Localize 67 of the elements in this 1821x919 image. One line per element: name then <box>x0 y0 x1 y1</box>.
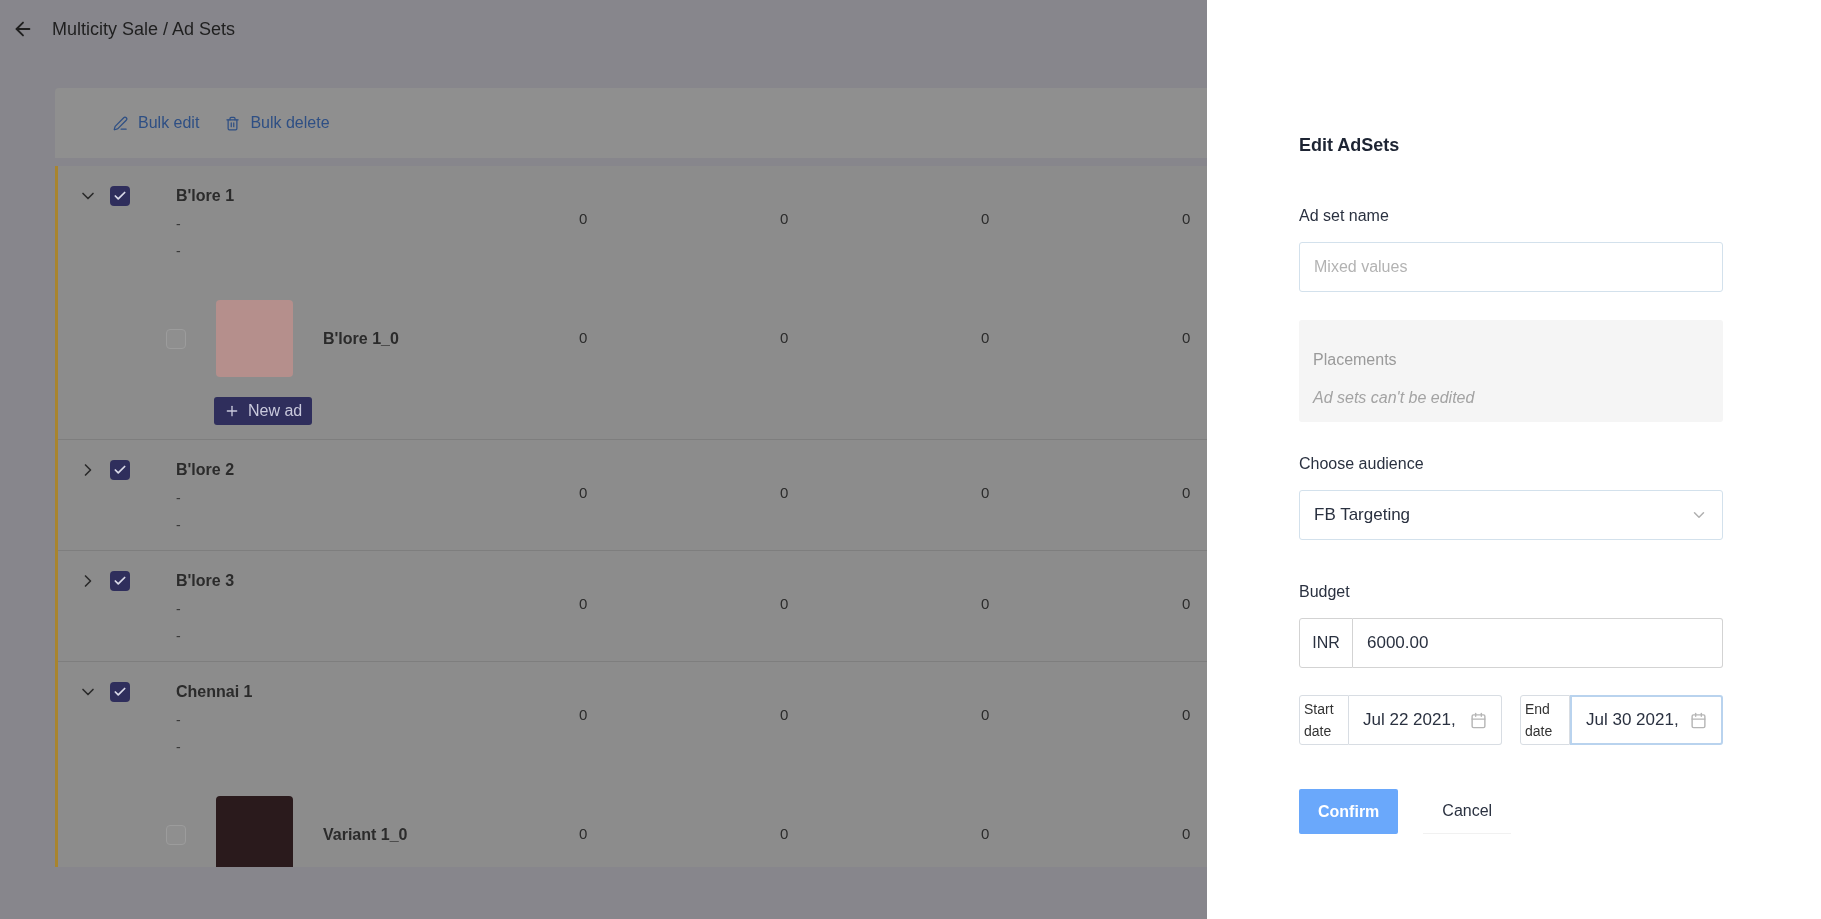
currency-label: INR <box>1299 618 1353 668</box>
audience-select[interactable]: FB Targeting <box>1299 490 1723 540</box>
placements-label: Placements <box>1313 350 1398 370</box>
budget-input[interactable]: 6000.00 <box>1353 618 1723 668</box>
adset-detail: - <box>176 738 182 757</box>
metric-value: 0 <box>981 595 990 612</box>
metric-value: 0 <box>579 706 588 723</box>
metric-value: 0 <box>579 329 588 347</box>
checkmark-icon <box>113 463 127 477</box>
metric-value: 0 <box>981 210 990 227</box>
field-label: Ad set name <box>1299 206 1390 226</box>
checkbox[interactable] <box>110 186 130 206</box>
metric-value: 0 <box>780 484 789 501</box>
adset-name: B'lore 2 <box>176 460 236 480</box>
adset-detail: - <box>176 711 182 730</box>
metric-value: 0 <box>780 825 789 843</box>
breadcrumb: Multicity Sale / Ad Sets <box>52 17 236 41</box>
placements-note: Ad sets can't be edited <box>1313 388 1476 408</box>
field-label: Choose audience <box>1299 454 1425 474</box>
adset-detail: - <box>176 627 182 646</box>
pencil-icon <box>113 115 128 131</box>
metric-value: 0 <box>579 484 588 501</box>
ad-name: Variant 1_0 <box>323 824 408 845</box>
metric-value: 0 <box>1182 706 1191 723</box>
metric-value: 0 <box>780 595 789 612</box>
date-label: End date <box>1520 695 1570 745</box>
metric-value: 0 <box>780 329 789 347</box>
metric-value: 0 <box>780 210 789 227</box>
adset-detail: - <box>176 489 182 508</box>
ad-name: B'lore 1_0 <box>323 328 399 349</box>
adset-name: B'lore 1 <box>176 186 236 206</box>
trash-icon <box>225 115 241 131</box>
checkmark-icon <box>113 189 127 203</box>
adset-detail: - <box>176 600 182 619</box>
metric-value: 0 <box>1182 484 1191 501</box>
checkmark-icon <box>113 574 127 588</box>
checkbox[interactable] <box>110 571 130 591</box>
metric-value: 0 <box>981 484 990 501</box>
metric-value: 0 <box>780 706 789 723</box>
adset-name: B'lore 3 <box>176 571 236 591</box>
adset-detail: - <box>176 516 182 535</box>
date-label: Start date <box>1299 695 1349 745</box>
checkbox[interactable] <box>110 682 130 702</box>
metric-value: 0 <box>1182 210 1191 227</box>
metric-value: 0 <box>981 825 990 843</box>
metric-value: 0 <box>1182 825 1191 843</box>
metric-value: 0 <box>981 329 990 347</box>
ad-set-name-input[interactable]: Mixed values <box>1299 242 1723 292</box>
field-label: Budget <box>1299 582 1351 602</box>
adset-detail: - <box>176 215 182 234</box>
calendar-icon <box>1690 711 1707 729</box>
adset-name: Chennai 1 <box>176 682 254 702</box>
new-ad-button[interactable]: New ad <box>214 397 313 425</box>
metric-value: 0 <box>1182 595 1191 612</box>
metric-value: 0 <box>579 595 588 612</box>
calendar-icon <box>1470 711 1487 729</box>
checkmark-icon <box>113 685 127 699</box>
checkbox[interactable] <box>110 460 130 480</box>
metric-value: 0 <box>981 706 990 723</box>
adset-detail: - <box>176 242 182 261</box>
panel-title: Edit AdSets <box>1299 134 1401 157</box>
date-field[interactable]: Jul 30 2021, <box>1570 695 1723 745</box>
metric-value: 0 <box>579 210 588 227</box>
date-field[interactable]: Jul 22 2021, <box>1349 695 1502 745</box>
plus-icon <box>224 403 240 419</box>
metric-value: 0 <box>1182 329 1191 347</box>
metric-value: 0 <box>579 825 588 843</box>
